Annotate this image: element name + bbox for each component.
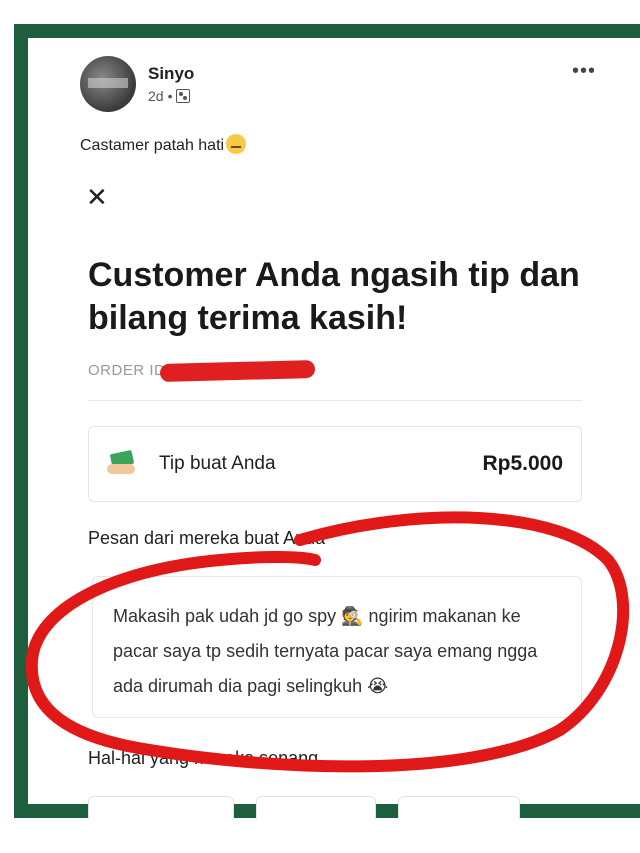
chip[interactable] (398, 796, 520, 819)
author-name[interactable]: Sinyo (148, 64, 194, 84)
chip[interactable] (88, 796, 234, 819)
post-meta: Sinyo 2d • (148, 64, 194, 104)
tip-amount: Rp5.000 (482, 452, 563, 475)
more-icon[interactable]: ••• (572, 60, 596, 83)
order-id-label: ORDER ID (88, 362, 166, 379)
caption-text: Castamer patah hati (80, 137, 225, 154)
page-title: Customer Anda ngasih tip dan bilang teri… (88, 256, 580, 338)
tip-card: Tip buat Anda Rp5.000 (88, 426, 582, 502)
separator: • (167, 88, 173, 104)
post-subline: 2d • (148, 88, 194, 104)
avatar[interactable] (80, 56, 136, 112)
post-header: Sinyo 2d • (80, 56, 194, 112)
things-heading: Hal-hal yang mereka senang (88, 748, 319, 768)
message-heading: Pesan dari mereka buat Anda (88, 528, 326, 548)
message-text: Makasih pak udah jd go spy 🕵️ ngirim mak… (113, 606, 538, 697)
money-icon (107, 449, 139, 476)
message-box: Makasih pak udah jd go spy 🕵️ ngirim mak… (92, 576, 582, 718)
audience-icon[interactable] (176, 89, 191, 103)
sad-face-icon (226, 134, 247, 154)
post-caption: Castamer patah hati (80, 134, 247, 155)
post-time[interactable]: 2d (148, 88, 164, 104)
close-icon[interactable]: ✕ (86, 184, 108, 210)
divider (88, 400, 582, 401)
tip-label: Tip buat Anda (159, 453, 276, 474)
chip[interactable] (256, 796, 376, 819)
